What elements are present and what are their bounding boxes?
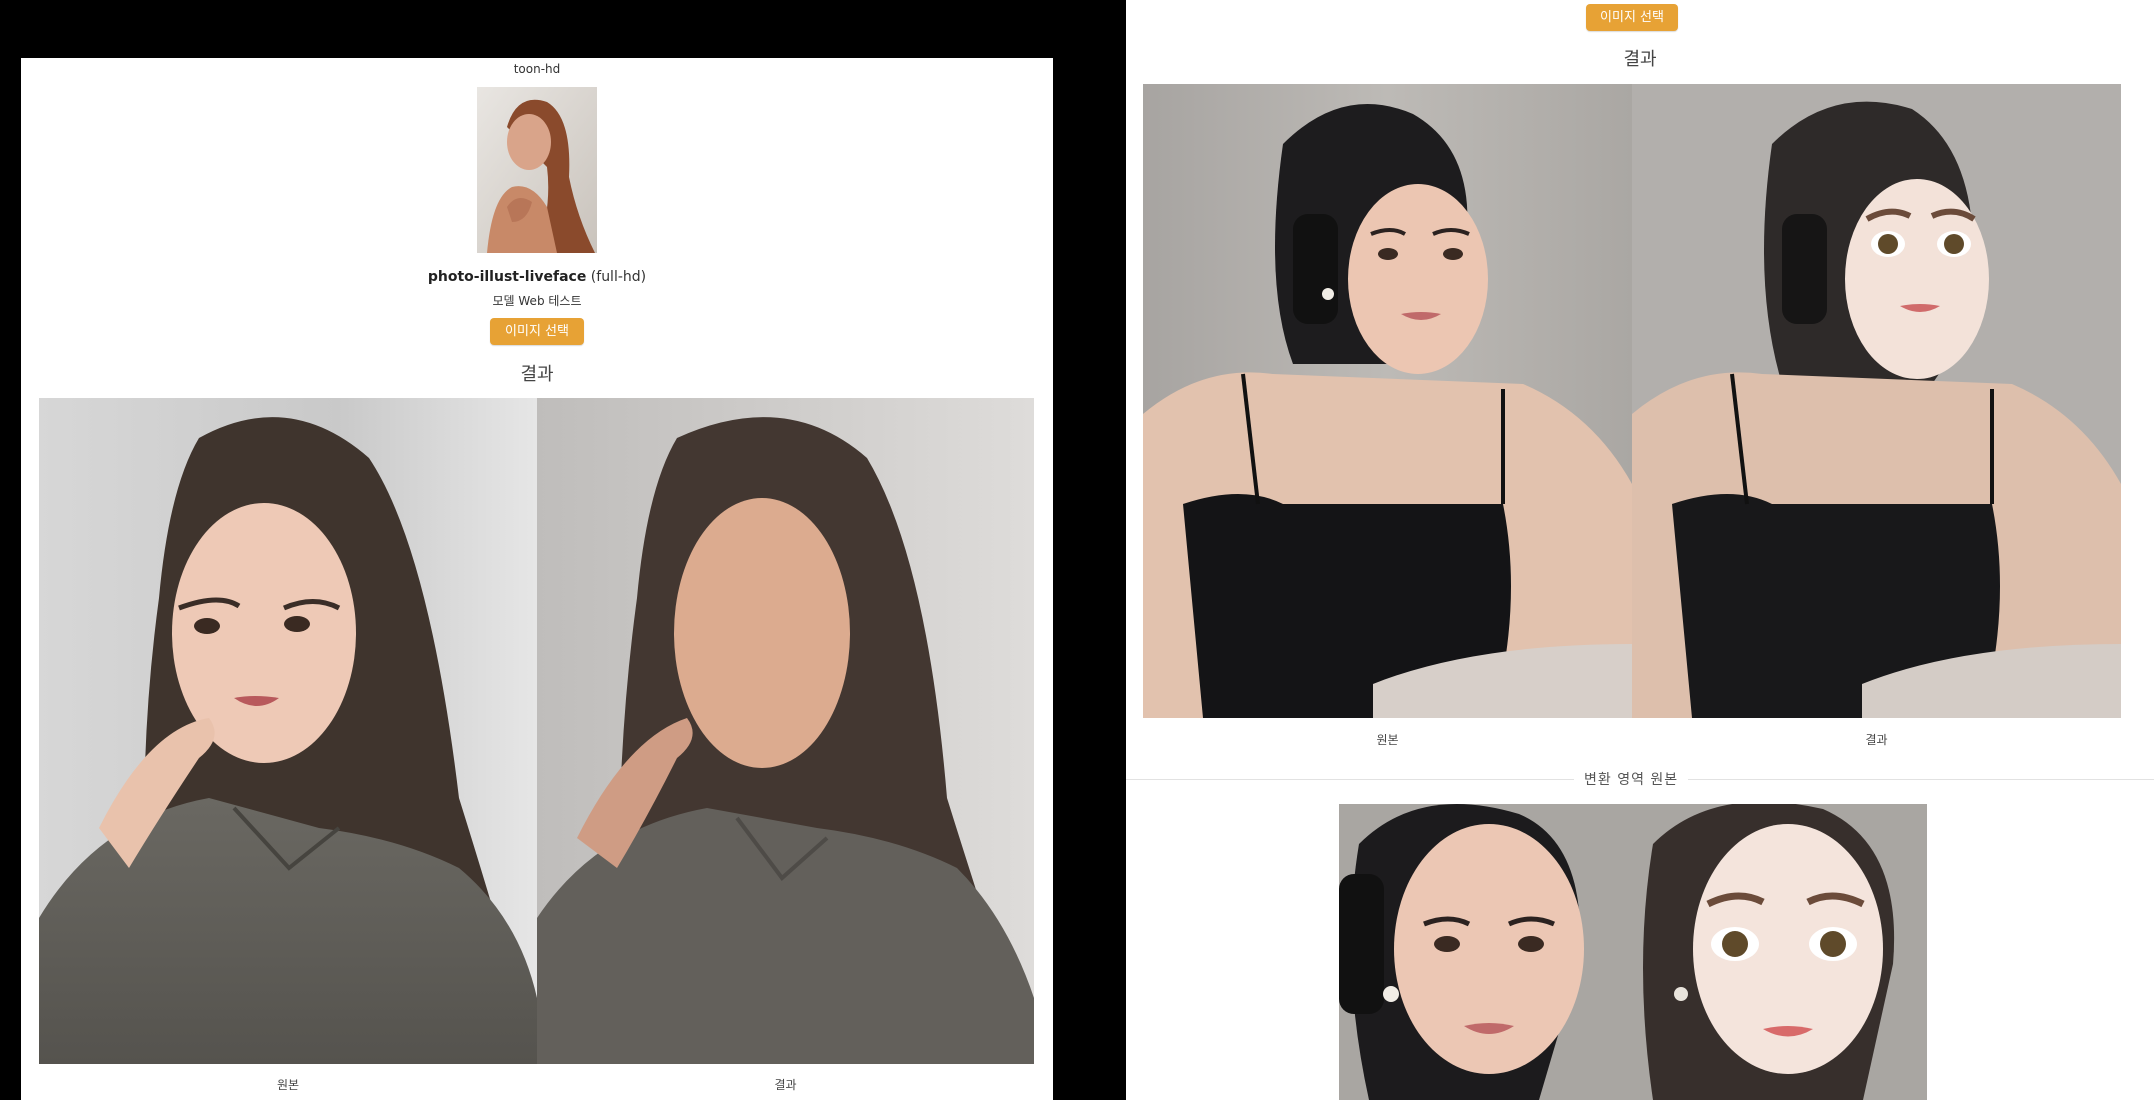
left-test-panel: toon-hd photo-illust-liveface (full-hd) … bbox=[21, 58, 1053, 1100]
model-title: photo-illust-liveface (full-hd) bbox=[21, 269, 1053, 285]
original-photo-2 bbox=[1143, 84, 1632, 718]
crop-result-photo bbox=[1633, 804, 1927, 1100]
result-photo-image bbox=[537, 398, 1034, 1064]
original-photo-2-image bbox=[1143, 84, 1632, 718]
result-photo-2-image bbox=[1632, 84, 2121, 718]
result-photo-2 bbox=[1632, 84, 2121, 718]
caption-original-2: 원본 bbox=[1376, 733, 1399, 747]
result-photo bbox=[537, 398, 1034, 1064]
thumbnail-image bbox=[477, 87, 597, 253]
right-test-panel: 이미지 선택 결과 원본 결과 변환 영역 원본 bbox=[1126, 0, 2154, 1100]
result-heading: 결과 bbox=[520, 364, 554, 385]
original-photo bbox=[39, 398, 537, 1064]
original-photo-image bbox=[39, 398, 537, 1064]
model-id-label: toon-hd bbox=[513, 62, 561, 76]
model-suffix: (full-hd) bbox=[590, 269, 647, 285]
crop-original-image bbox=[1339, 804, 1633, 1100]
caption-original: 원본 bbox=[276, 1078, 300, 1092]
section-divider-label: 변환 영역 원본 bbox=[1574, 769, 1689, 789]
test-label: 모델 Web 테스트 bbox=[492, 294, 582, 308]
selected-image-thumbnail bbox=[477, 87, 597, 253]
select-image-button[interactable]: 이미지 선택 bbox=[490, 318, 584, 345]
crop-original-photo bbox=[1339, 804, 1633, 1100]
caption-result-2: 결과 bbox=[1865, 733, 1888, 747]
result-heading-2: 결과 bbox=[1623, 49, 1657, 70]
model-name: photo-illust-liveface bbox=[427, 269, 587, 285]
caption-result: 결과 bbox=[774, 1078, 797, 1092]
select-image-button-2[interactable]: 이미지 선택 bbox=[1586, 4, 1678, 31]
crop-result-image bbox=[1633, 804, 1927, 1100]
